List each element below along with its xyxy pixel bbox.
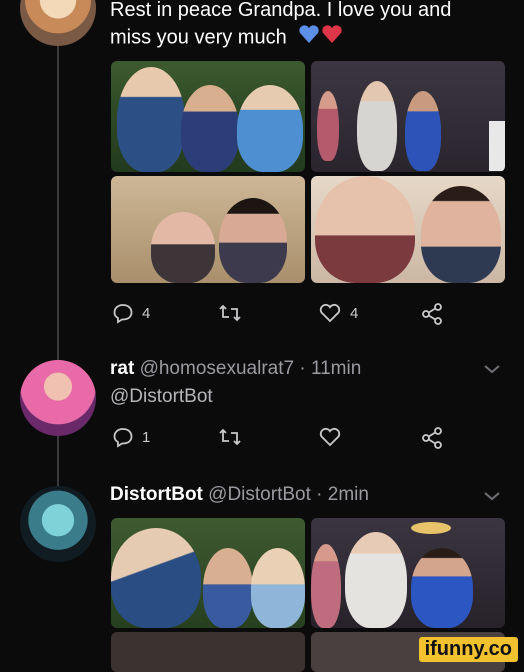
person-distorted-woman (203, 548, 253, 628)
retweet-icon (219, 428, 241, 446)
hearts-emoji (298, 24, 344, 52)
reply2-header: DistortBot @DistortBot · 2min (110, 484, 369, 506)
share-icon (422, 303, 442, 325)
reply1-mention[interactable]: @DistortBot (110, 386, 213, 408)
person-woman-dancing-2 (411, 548, 473, 628)
person-grandma (237, 85, 303, 172)
reply1-reply-count: 1 (142, 428, 151, 446)
avatar-distortbot[interactable] (20, 486, 96, 562)
person-distorted-grandma (251, 548, 305, 628)
person-woman-dancing (405, 91, 441, 171)
reply1-share-button[interactable] (420, 426, 444, 450)
avatar-rat[interactable] (20, 360, 96, 436)
heart-outline-icon (319, 427, 341, 447)
speech-bubble-icon (113, 428, 133, 448)
post1-photo-1[interactable] (111, 61, 305, 172)
person-grandpa-dancing-2 (345, 532, 407, 628)
post1-photo-2[interactable] (311, 61, 505, 172)
post1-reply-button[interactable]: 4 (112, 302, 150, 324)
person-grandpa-dancing (357, 81, 397, 171)
reply2-photo-3 (111, 632, 305, 672)
reply1-like-button[interactable] (318, 426, 342, 448)
post1-text-line1: Rest in peace Grandpa. I love you and (110, 0, 452, 21)
post1-reply-count: 4 (142, 304, 151, 322)
reply1-reply-button[interactable]: 1 (112, 426, 150, 448)
reply1-time: · 11min (299, 358, 362, 379)
reply2-name[interactable]: DistortBot (110, 484, 203, 505)
person-grandpa-closeup (315, 176, 415, 283)
avatar-post1[interactable] (20, 0, 96, 46)
person-woman-closeup (421, 186, 501, 283)
reply1-retweet-button[interactable] (218, 426, 242, 448)
person-distorted-grandpa (111, 528, 201, 628)
red-heart-icon (322, 25, 342, 43)
speech-bubble-icon (113, 304, 133, 324)
post1-retweet-button[interactable] (218, 302, 242, 324)
post1-like-button[interactable]: 4 (318, 302, 358, 324)
post1-text-line2: miss you very much (110, 24, 451, 52)
chandelier (411, 522, 451, 534)
reply1-header: rat @homosexualrat7 · 11min (110, 358, 361, 380)
blue-heart-icon (299, 25, 319, 43)
thread-line-middle (57, 436, 59, 486)
post1-photo-3[interactable] (111, 176, 305, 283)
retweet-icon (219, 304, 241, 322)
chevron-down-icon[interactable] (482, 362, 502, 376)
heart-outline-icon (319, 303, 341, 323)
person-woman (181, 85, 239, 172)
person-dancer-pink (311, 544, 341, 628)
post1-photo-4[interactable] (311, 176, 505, 283)
person-grandpa-glasses (151, 212, 215, 283)
reply1-handle[interactable]: @homosexualrat7 (140, 358, 294, 379)
post1-like-count: 4 (350, 304, 359, 322)
reply2-handle[interactable]: @DistortBot (208, 484, 311, 505)
post1-text: Rest in peace Grandpa. I love you and mi… (110, 0, 451, 52)
person-woman-glasses (219, 198, 287, 283)
reply2-photo-1[interactable] (111, 518, 305, 628)
post1-share-button[interactable] (420, 302, 444, 326)
ifunny-watermark: ifunny.co (418, 637, 518, 662)
reply1-actions: 1 (110, 426, 450, 456)
person-dancer-left (317, 91, 339, 161)
person-grandpa (117, 67, 185, 172)
share-icon (422, 427, 442, 449)
post1-actions: 4 4 (110, 302, 450, 332)
reply2-photo-2[interactable] (311, 518, 505, 628)
reply1-name[interactable]: rat (110, 358, 134, 379)
reply2-time: · 2min (316, 484, 369, 505)
decor-white (489, 121, 505, 171)
chevron-down-icon[interactable] (482, 489, 502, 503)
thread-line-top (57, 44, 59, 360)
